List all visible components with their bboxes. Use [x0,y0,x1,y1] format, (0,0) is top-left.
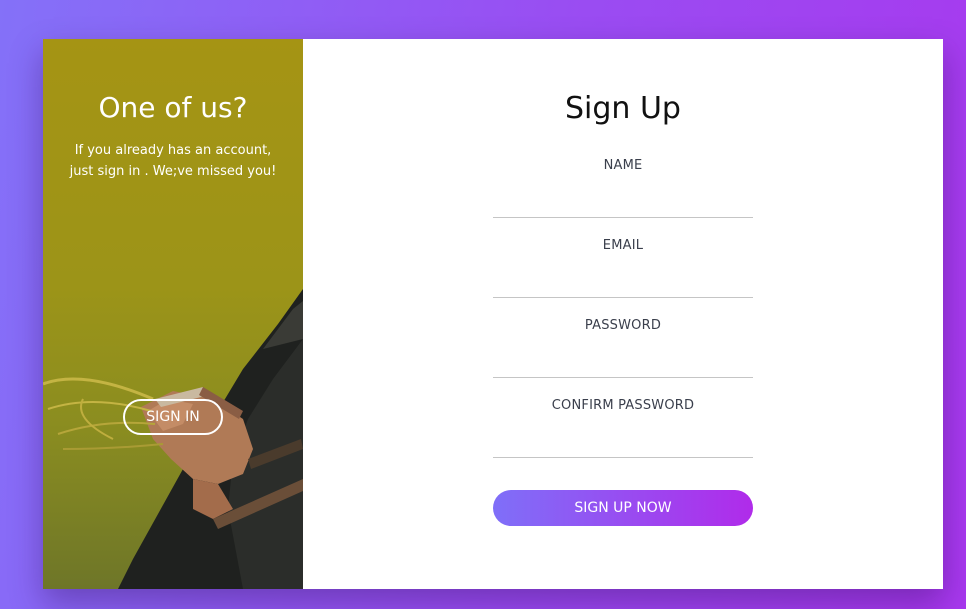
sign-in-button[interactable]: SIGN IN [123,399,223,435]
confirm-password-field-group: CONFIRM PASSWORD [493,398,753,458]
email-field-group: EMAIL [493,238,753,298]
confirm-password-input[interactable] [493,428,753,458]
name-label: NAME [603,158,643,173]
confirm-password-label: CONFIRM PASSWORD [551,398,695,413]
signup-card: One of us? If you already has an account… [43,39,943,589]
welcome-title: One of us? [98,91,248,124]
password-label: PASSWORD [584,318,662,333]
welcome-subtitle: If you already has an account, just sign… [69,143,277,179]
password-input[interactable] [493,348,753,378]
welcome-panel: One of us? If you already has an account… [43,39,303,589]
sign-up-now-button[interactable]: SIGN UP NOW [493,490,753,526]
email-input[interactable] [493,268,753,298]
signup-form-panel: Sign Up NAME EMAIL PASSWORD CONFIRM PASS… [303,39,943,589]
name-input[interactable] [493,188,753,218]
email-label: EMAIL [602,238,644,253]
name-field-group: NAME [493,158,753,218]
password-field-group: PASSWORD [493,318,753,378]
form-title: Sign Up [565,91,681,126]
